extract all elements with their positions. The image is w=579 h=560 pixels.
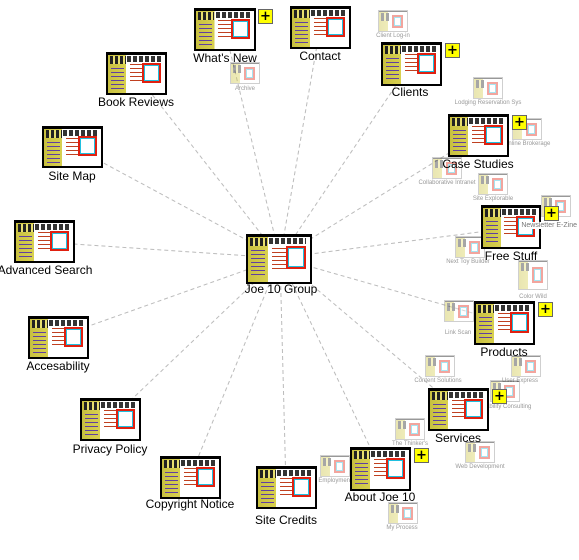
page-thumbnail-services[interactable] [428,388,489,431]
expand-plus-icon[interactable]: + [512,115,527,130]
center-page-label[interactable]: Joe 10 Group [245,282,318,296]
page-label[interactable]: Privacy Policy [73,442,148,456]
page-label[interactable]: Services [435,431,481,445]
page-thumbnail-about-joe-10[interactable] [350,447,411,491]
expand-plus-icon[interactable]: + [258,9,273,24]
expand-plus-icon[interactable]: + [544,206,559,221]
subpage-thumbnail[interactable] [473,77,503,99]
page-thumbnail-accesability[interactable] [28,316,89,359]
expand-plus-icon[interactable]: + [445,43,460,58]
page-thumbnail-contact[interactable] [290,6,351,49]
page-thumbnail-clients[interactable] [381,42,442,86]
page-thumbnail-site-credits[interactable] [256,466,317,509]
page-label[interactable]: Contact [299,49,340,63]
subpage-label[interactable]: Online Brokerage [504,141,551,147]
page-label[interactable]: Accesability [26,359,89,373]
subpage-label[interactable]: Site Explorable [473,196,513,202]
subpage-label[interactable]: Color Wild [519,294,547,300]
subpage-label[interactable]: Collaborative Intranet [418,180,475,186]
subpage-thumbnail[interactable] [425,355,455,377]
page-thumbnail-privacy-policy[interactable] [80,398,141,441]
page-label[interactable]: Copyright Notice [146,497,235,511]
subpage-label[interactable]: Content Solutions [414,378,461,384]
subpage-label[interactable]: My Process [386,525,417,531]
page-thumbnail-book-reviews[interactable] [106,52,167,95]
page-thumbnail-case-studies[interactable] [448,114,509,157]
connector [43,241,281,259]
page-thumbnail-site-map[interactable] [42,126,103,168]
subpage-thumbnail[interactable] [378,10,408,32]
page-label[interactable]: Case Studies [442,157,513,171]
subpage-label[interactable]: Newsletter E-Zine [520,222,578,229]
expand-plus-icon[interactable]: + [492,389,507,404]
page-label[interactable]: Products [480,345,527,359]
subpage-thumbnail[interactable] [320,455,350,477]
page-thumbnail-copyright-notice[interactable] [160,456,221,499]
page-label[interactable]: Clients [392,85,429,99]
subpage-label[interactable]: Link Scan [445,330,471,336]
subpage-thumbnail[interactable] [478,173,508,195]
page-thumbnail-whats-new[interactable] [194,8,256,51]
page-thumbnail-products[interactable] [474,301,535,345]
page-label[interactable]: About Joe 10 [345,490,416,504]
subpage-thumbnail[interactable] [444,300,474,322]
subpage-label[interactable]: Client Log-in [376,33,410,39]
page-label[interactable]: What's New [193,51,257,65]
subpage-thumbnail[interactable] [230,62,260,84]
subpage-label[interactable]: Next Toy Builder [446,259,490,265]
page-label[interactable]: Book Reviews [98,95,174,109]
subpage-label[interactable]: Lodging Reservation Sys [455,100,522,106]
expand-plus-icon[interactable]: + [538,302,553,317]
page-label[interactable]: Site Map [48,169,95,183]
subpage-label[interactable]: Archive [235,86,255,92]
expand-plus-icon[interactable]: + [414,448,429,463]
site-map-diagram: Archive Client Log-in Lodging Reservatio… [0,0,579,560]
subpage-thumbnail[interactable] [518,260,548,290]
subpage-thumbnail[interactable] [388,502,418,524]
page-label[interactable]: Site Credits [255,513,317,527]
subpage-label[interactable]: Web Development [455,464,504,470]
subpage-label[interactable]: Employment [318,478,351,484]
subpage-thumbnail[interactable] [395,418,425,440]
page-label[interactable]: Free Stuff [485,249,537,263]
center-page-thumbnail[interactable] [246,234,312,284]
page-label[interactable]: Advanced Search [0,263,92,277]
page-thumbnail-advanced-search[interactable] [14,220,75,263]
